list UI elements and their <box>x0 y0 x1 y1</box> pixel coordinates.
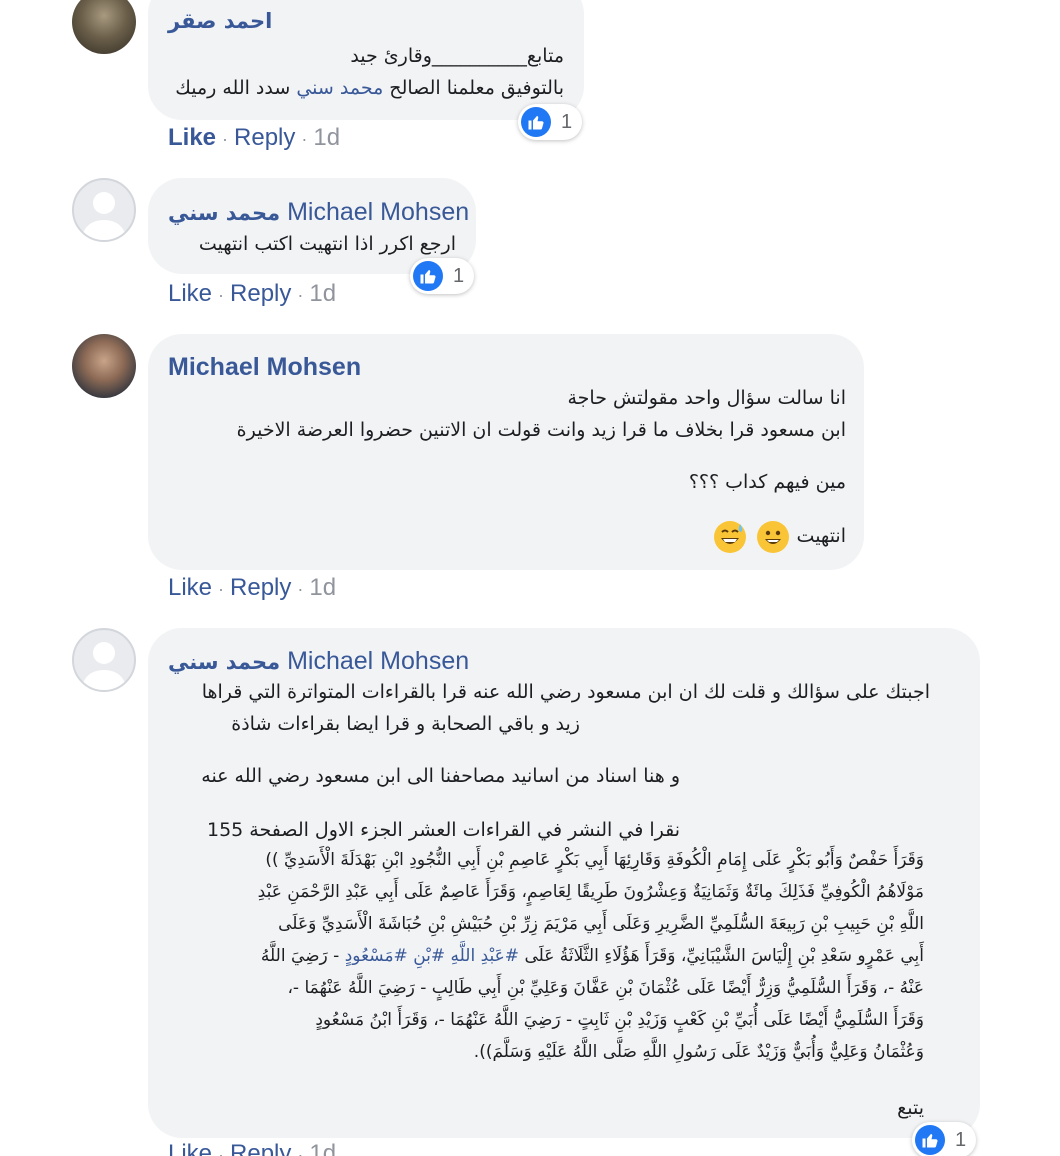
timestamp[interactable]: 1d <box>309 280 336 307</box>
like-button[interactable]: Like <box>168 574 212 601</box>
comment-text-line: ابن مسعود قرا بخلاف ما قرا زيد وانت قولت… <box>236 419 846 441</box>
comment-actions: Like · Reply · 1d <box>168 124 341 151</box>
comment-text-line: أَبِي عَمْرٍو سَعْدِ بْنِ إِلْيَاسَ الشَ… <box>260 946 924 966</box>
avatar[interactable] <box>72 628 136 692</box>
comment-actions: Like · Reply · 1d <box>168 574 337 601</box>
comment-bubble: احمد صقر متابع__________وقارئ جيد بالتوف… <box>148 0 584 120</box>
comment-actions: Like · Reply · 1d <box>168 1140 336 1156</box>
comment-text-line: يتبع <box>897 1097 924 1119</box>
comment-text-line: اجبتك على سؤالك و قلت لك ان ابن مسعود رض… <box>201 681 930 703</box>
mention-link[interactable]: محمد سني <box>296 77 383 99</box>
comment-author[interactable]: احمد صقر <box>168 9 272 33</box>
comment-text-line: وَقَرَأَ السُّلَمِيُّ أَيْضًا عَلَى أُبَ… <box>315 1010 924 1030</box>
comment-text-line: اللَّهِ بْنِ حَبِيبِ بْنِ رَبِيعَةَ السُ… <box>278 914 924 934</box>
comment-text-line: مين فيهم كداب ؟؟؟ <box>688 471 846 493</box>
hashtag-link[interactable]: #بْنِ <box>413 946 445 966</box>
comment-text-line: وَقَرَأَ حَفْصٌ وَأَبُو بَكْرٍ عَلَى إِم… <box>265 850 924 870</box>
reply-button[interactable]: Reply <box>230 1140 291 1156</box>
hashtag-link[interactable]: #مَسْعُودٍ <box>345 946 408 966</box>
comment-bubble: محمد سني Michael Mohsen اجبتك على سؤالك … <box>148 628 980 1138</box>
like-button[interactable]: Like <box>168 1140 212 1156</box>
hashtag-link[interactable]: #عَبْدِ اللَّهِ <box>451 946 520 966</box>
reaction-count[interactable]: 1 <box>912 1122 977 1156</box>
comment-text-line: نقرا في النشر في القراءات العشر الجزء ال… <box>206 819 680 841</box>
comment-text-line: وَعُثْمَانُ وَعَلِيٌّ وَأُبَيٌّ وَزَيْدٌ… <box>473 1042 924 1062</box>
timestamp[interactable]: 1d <box>313 124 340 151</box>
comment-text-line: عَنْهُ -، وَقَرَأَ السُّلَمِيُّ وَزِرٌّ … <box>287 978 924 998</box>
comment-author[interactable]: محمد سني Michael Mohsen <box>168 198 469 227</box>
comment-text-line: بالتوفيق معلمنا الصالح محمد سني سدد الله… <box>175 77 564 99</box>
like-button[interactable]: Like <box>168 280 212 307</box>
reply-button[interactable]: Reply <box>230 574 291 601</box>
reaction-number: 1 <box>955 1128 967 1151</box>
like-button[interactable]: Like <box>168 124 216 151</box>
timestamp[interactable]: 1d <box>309 574 336 601</box>
comment-text-line: متابع__________وقارئ جيد <box>350 45 564 67</box>
thumbs-up-icon <box>413 261 443 291</box>
comment-text-line: ارجع اكرر اذا انتهيت اكتب انتهيت <box>198 233 456 255</box>
thumbs-up-icon <box>521 107 551 137</box>
comment-text-line: انتهيت <box>712 520 846 553</box>
reply-button[interactable]: Reply <box>230 280 291 307</box>
comment-text-line: و هنا اسناد من اسانيد مصاحفنا الى ابن مس… <box>201 765 680 787</box>
grinning-face-emoji <box>756 520 789 553</box>
timestamp[interactable]: 1d <box>309 1140 336 1156</box>
reaction-count[interactable]: 1 <box>518 104 583 140</box>
grinning-sweat-face-emoji <box>714 520 747 553</box>
thumbs-up-icon <box>915 1125 945 1155</box>
comment-text-line: زيد و باقي الصحابة و قرا ايضا بقراءات شا… <box>231 713 580 735</box>
comment-text-line: انا سالت سؤال واحد مقولتش حاجة <box>567 387 846 409</box>
avatar[interactable] <box>72 0 136 54</box>
comment-author[interactable]: محمد سني Michael Mohsen <box>168 647 469 676</box>
comment-text-line: مَوْلَاهُمُ الْكُوفِيِّ فَذَلِكَ مِائَةٌ… <box>257 882 924 902</box>
comment-author[interactable]: Michael Mohsen <box>168 353 361 382</box>
avatar[interactable] <box>72 334 136 398</box>
default-user-icon <box>82 642 126 690</box>
reaction-number: 1 <box>561 110 573 133</box>
reply-button[interactable]: Reply <box>234 124 295 151</box>
comment-actions: Like · Reply · 1d <box>168 280 337 307</box>
default-user-icon <box>82 192 126 240</box>
reaction-count[interactable]: 1 <box>410 258 475 294</box>
comment-bubble: Michael Mohsen انا سالت سؤال واحد مقولتش… <box>148 334 864 570</box>
reaction-number: 1 <box>453 264 465 287</box>
avatar[interactable] <box>72 178 136 242</box>
